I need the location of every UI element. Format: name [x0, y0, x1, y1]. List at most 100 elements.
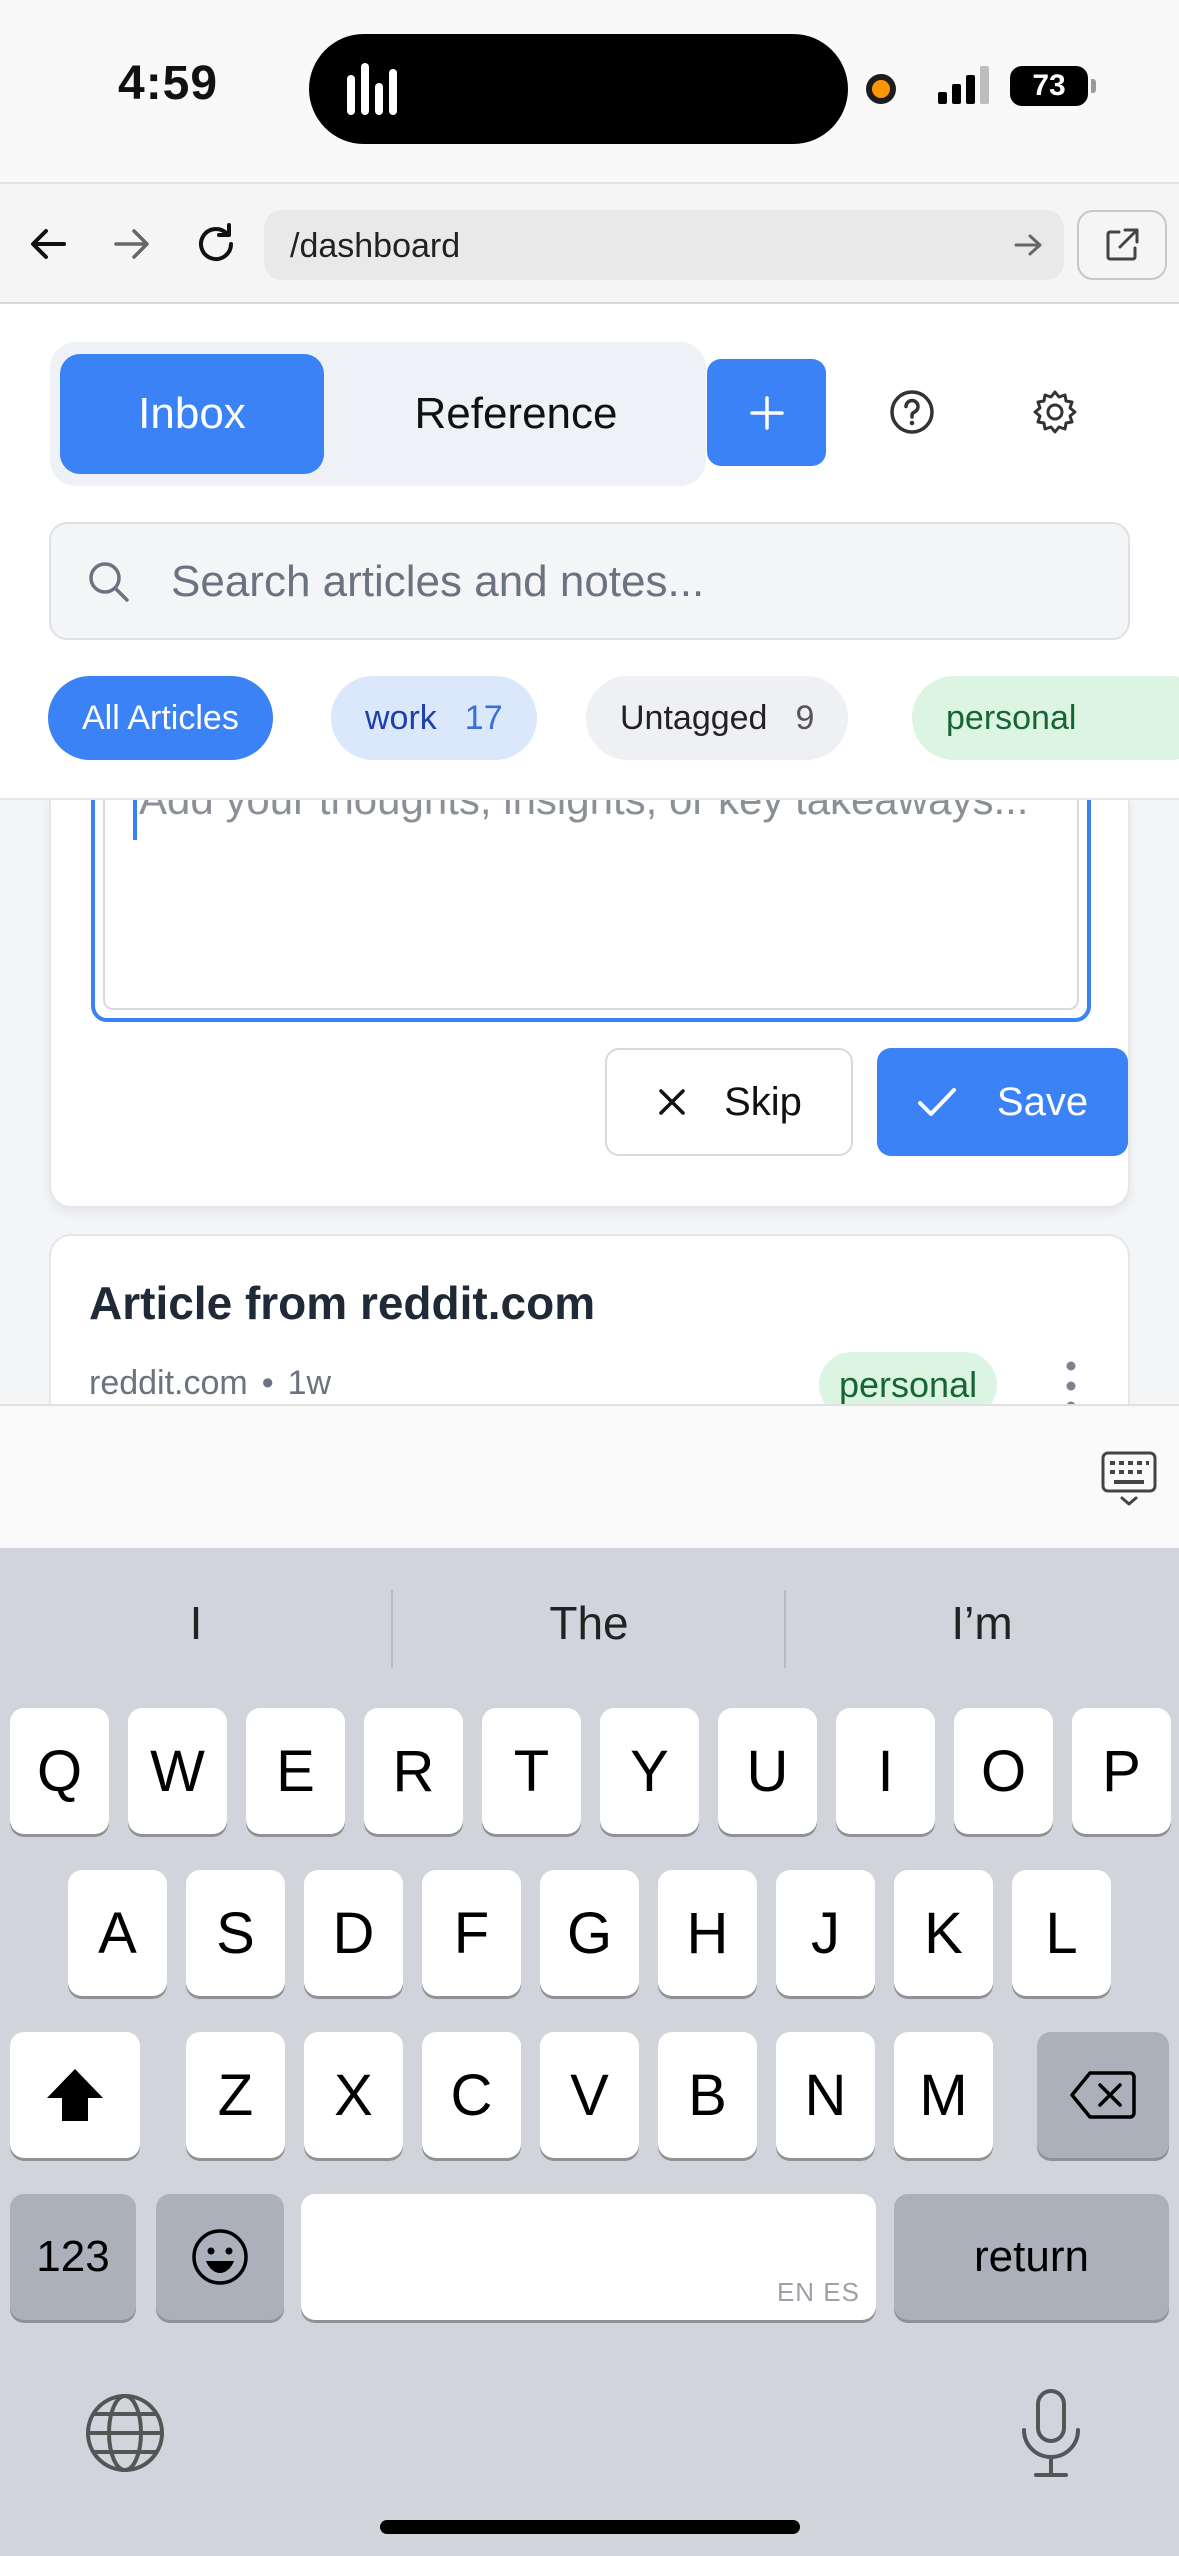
skip-button[interactable]: Skip [605, 1048, 853, 1156]
skip-label: Skip [724, 1079, 802, 1124]
key-j[interactable]: J [776, 1870, 875, 1996]
note-textarea[interactable]: Add your thoughts, insights, or key take… [91, 800, 1091, 1022]
shift-key[interactable] [10, 2032, 140, 2158]
view-tabs: Inbox Reference [50, 342, 706, 486]
delete-key[interactable] [1037, 2032, 1169, 2158]
numbers-key[interactable]: 123 [10, 2194, 136, 2320]
key-p[interactable]: P [1072, 1708, 1171, 1834]
filter-chip-personal[interactable]: personal [912, 676, 1179, 760]
status-bar: 4:59 73 [0, 0, 1179, 182]
tab-inbox[interactable]: Inbox [60, 354, 324, 474]
key-a[interactable]: A [68, 1870, 167, 1996]
reload-button[interactable] [186, 214, 246, 274]
article-tag[interactable]: personal [819, 1352, 998, 1404]
note-placeholder: Add your thoughts, insights, or key take… [139, 800, 1039, 836]
key-d[interactable]: D [304, 1870, 403, 1996]
key-q[interactable]: Q [10, 1708, 109, 1834]
key-c[interactable]: C [422, 2032, 521, 2158]
open-external-button[interactable] [1077, 210, 1167, 280]
home-indicator [380, 2520, 800, 2534]
key-g[interactable]: G [540, 1870, 639, 1996]
key-n[interactable]: N [776, 2032, 875, 2158]
go-arrow-icon[interactable] [1012, 228, 1046, 262]
key-s[interactable]: S [186, 1870, 285, 1996]
help-button[interactable] [880, 380, 944, 444]
key-u[interactable]: U [718, 1708, 817, 1834]
key-k[interactable]: K [894, 1870, 993, 1996]
globe-icon[interactable] [84, 2392, 166, 2474]
key-f[interactable]: F [422, 1870, 521, 1996]
keyboard-dismiss-icon[interactable] [1100, 1450, 1158, 1508]
help-icon [890, 390, 934, 434]
return-key[interactable]: return [894, 2194, 1169, 2320]
external-link-icon [1106, 228, 1139, 261]
space-key[interactable]: EN ES [301, 2194, 876, 2320]
suggestion-1[interactable]: I [0, 1596, 392, 1650]
article-list: Add your thoughts, insights, or key take… [0, 800, 1179, 1404]
keyboard-accessory-bar [0, 1404, 1179, 1548]
key-x[interactable]: X [304, 2032, 403, 2158]
tab-reference[interactable]: Reference [340, 354, 692, 474]
key-i[interactable]: I [836, 1708, 935, 1834]
emoji-key[interactable] [156, 2194, 284, 2320]
filter-chip-work[interactable]: work 17 [331, 676, 537, 760]
filter-chip-untagged[interactable]: Untagged 9 [586, 676, 849, 760]
chip-count: 9 [795, 698, 815, 737]
filter-chips: All Articles work 17 Untagged 9 personal [0, 676, 1179, 764]
dynamic-island [309, 34, 848, 144]
backspace-icon [1070, 2071, 1136, 2119]
key-m[interactable]: M [894, 2032, 993, 2158]
more-options-icon[interactable] [1051, 1356, 1091, 1404]
filter-chip-all-articles[interactable]: All Articles [48, 676, 273, 760]
key-e[interactable]: E [246, 1708, 345, 1834]
emoji-icon [192, 2229, 248, 2285]
url-text: /dashboard [290, 227, 461, 265]
status-time: 4:59 [118, 57, 219, 110]
search-input[interactable] [171, 550, 1091, 614]
search-box[interactable] [49, 522, 1130, 640]
note-card: Add your thoughts, insights, or key take… [49, 800, 1130, 1208]
key-b[interactable]: B [658, 2032, 757, 2158]
key-y[interactable]: Y [600, 1708, 699, 1834]
microphone-icon[interactable] [1018, 2388, 1084, 2480]
add-article-button[interactable] [707, 359, 826, 466]
forward-button[interactable] [102, 214, 162, 274]
key-v[interactable]: V [540, 2032, 639, 2158]
key-o[interactable]: O [954, 1708, 1053, 1834]
plus-icon [749, 395, 784, 430]
arrow-left-icon [31, 229, 66, 259]
back-button[interactable] [18, 214, 78, 274]
settings-button[interactable] [1023, 380, 1087, 444]
save-label: Save [996, 1079, 1089, 1124]
key-t[interactable]: T [482, 1708, 581, 1834]
battery-icon: 73 [1010, 66, 1096, 106]
suggestion-2[interactable]: The [393, 1596, 785, 1650]
article-title: Article from reddit.com [89, 1277, 596, 1329]
save-button[interactable]: Save [877, 1048, 1128, 1156]
article-card[interactable]: Article from reddit.com reddit.com • 1w pe… [49, 1234, 1130, 1404]
browser-toolbar: /dashboard [0, 182, 1179, 304]
audio-waveform-icon [347, 63, 397, 115]
key-w[interactable]: W [128, 1708, 227, 1834]
key-z[interactable]: Z [186, 2032, 285, 2158]
chip-count: 17 [464, 698, 503, 737]
chip-label: work [365, 698, 437, 737]
article-meta: reddit.com • 1w [89, 1364, 332, 1402]
cellular-signal-icon [938, 66, 989, 104]
checkmark-icon [917, 1088, 956, 1116]
search-icon [89, 562, 129, 602]
predictive-text-bar: I The I’m [0, 1548, 1179, 1702]
reload-icon [199, 223, 233, 261]
arrow-right-icon [114, 229, 149, 259]
chip-label: All Articles [82, 698, 239, 737]
suggestion-3[interactable]: I’m [786, 1596, 1178, 1650]
article-age: 1w [287, 1364, 332, 1402]
key-r[interactable]: R [364, 1708, 463, 1834]
article-source: reddit.com [89, 1364, 248, 1402]
keyboard-languages: EN ES [776, 2277, 860, 2307]
key-l[interactable]: L [1012, 1870, 1111, 1996]
app-header: Inbox Reference All Articles work 17 Unt… [0, 304, 1179, 800]
key-h[interactable]: H [658, 1870, 757, 1996]
address-bar[interactable]: /dashboard [264, 210, 1064, 280]
gear-icon [1033, 390, 1077, 434]
